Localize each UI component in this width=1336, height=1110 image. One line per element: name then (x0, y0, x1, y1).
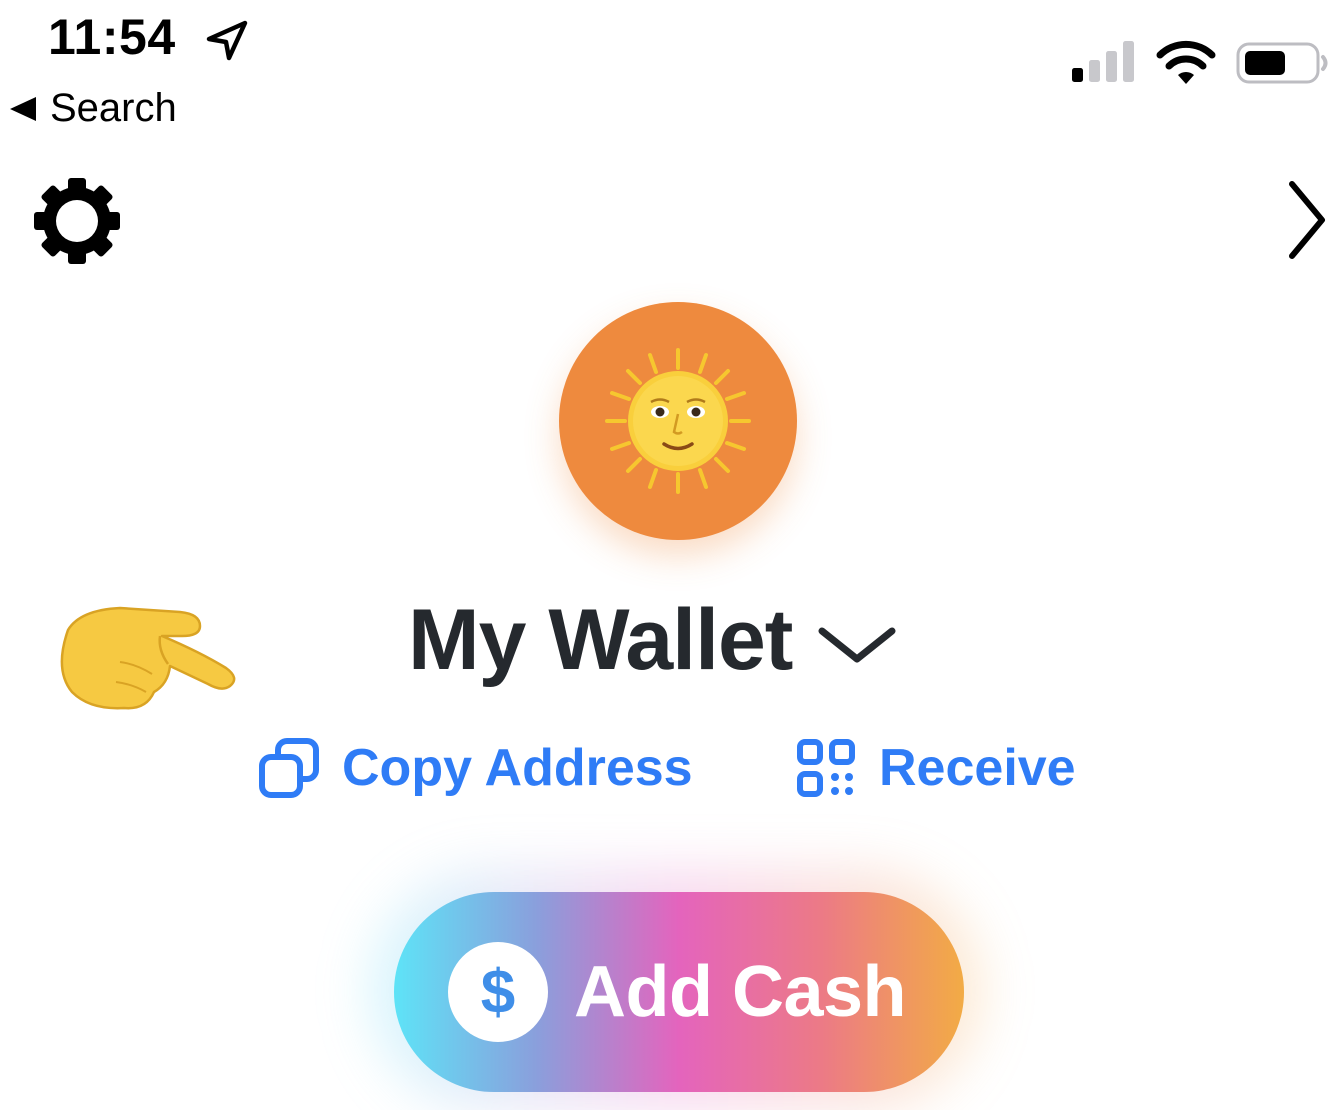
cellular-signal-icon (1072, 41, 1134, 82)
receive-button[interactable]: Receive (795, 730, 1076, 806)
gear-icon[interactable] (30, 174, 124, 268)
add-cash-button[interactable]: $ Add Cash (394, 892, 964, 1092)
qr-code-icon (797, 739, 855, 797)
back-to-search-button[interactable]: Search (10, 86, 177, 131)
wallet-name: My Wallet (408, 591, 793, 688)
copy-icon (259, 738, 319, 798)
pointing-hand-icon (60, 606, 236, 710)
status-time: 11:54 (48, 9, 176, 65)
wallet-avatar[interactable] (559, 302, 797, 540)
copy-address-label: Copy Address (342, 739, 693, 797)
dollar-icon: $ (448, 942, 548, 1042)
wifi-icon (1156, 40, 1216, 84)
wallet-switcher[interactable]: My Wallet (408, 585, 896, 695)
receive-label: Receive (879, 739, 1076, 797)
location-arrow-icon (206, 20, 248, 61)
copy-address-button[interactable]: Copy Address (258, 730, 693, 806)
chevron-right-icon[interactable] (1282, 178, 1330, 262)
chevron-down-icon (818, 627, 896, 663)
add-cash-label: Add Cash (574, 952, 907, 1032)
sun-with-face-icon (605, 348, 751, 494)
battery-icon (1236, 42, 1328, 84)
back-triangle-icon (10, 96, 36, 121)
back-label: Search (50, 86, 177, 130)
